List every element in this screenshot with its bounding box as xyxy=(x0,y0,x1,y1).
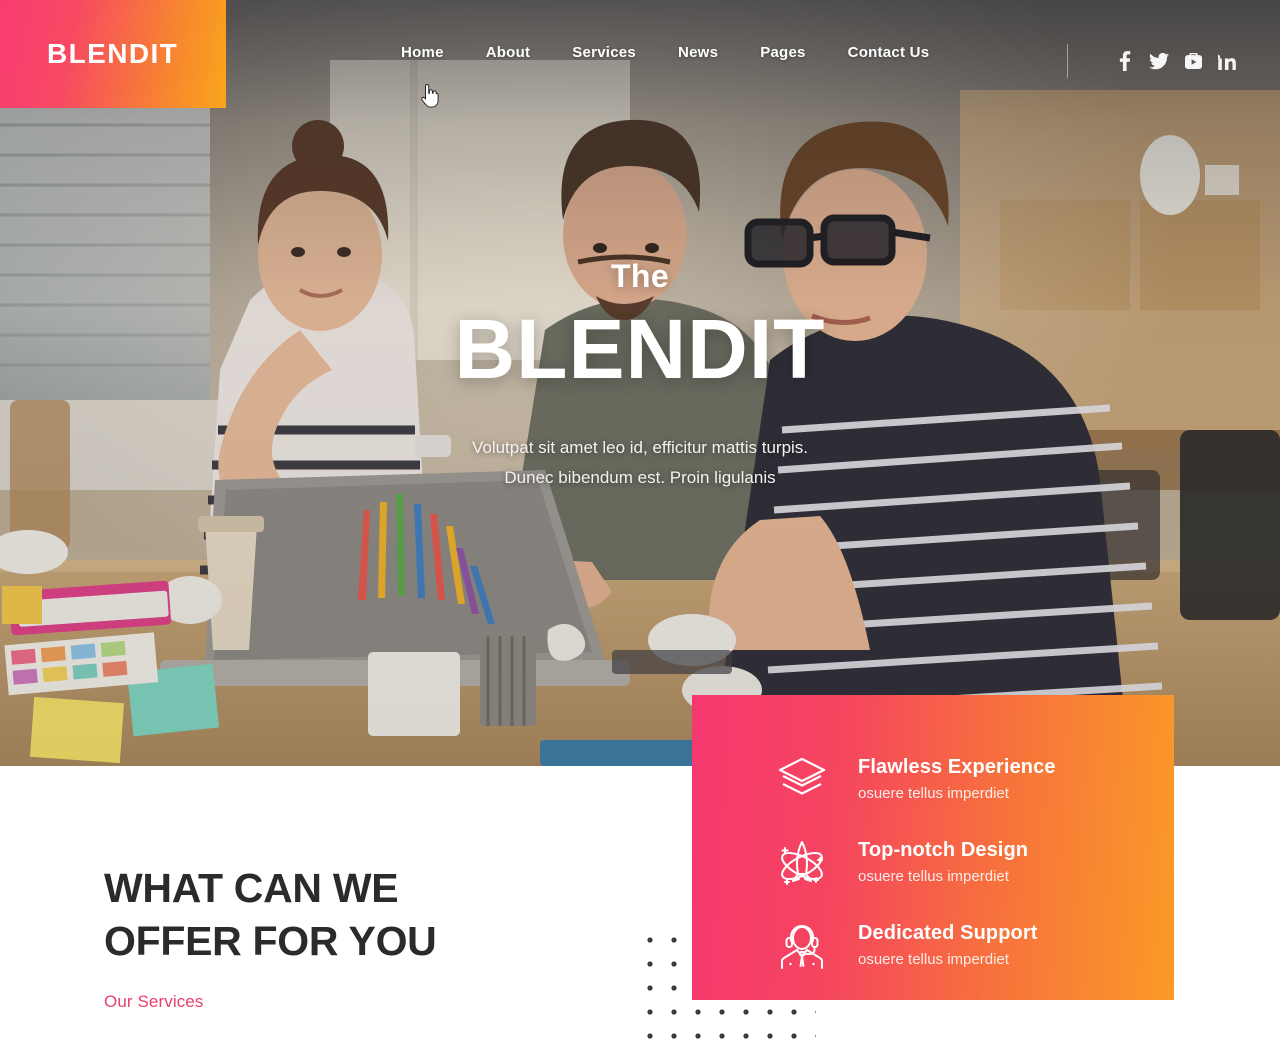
feature-description: osuere tellus imperdiet xyxy=(858,784,1009,802)
features-card: Flawless Experience osuere tellus imperd… xyxy=(692,695,1174,1000)
services-title-line-1: WHAT CAN WE xyxy=(104,865,399,911)
hero-title: BLENDIT xyxy=(454,302,826,396)
headset-support-icon xyxy=(774,917,830,973)
hero-subtitle-line-1: Volutpat sit amet leo id, efficitur matt… xyxy=(471,438,809,457)
services-kicker: Our Services xyxy=(104,992,204,1011)
feature-description: osuere tellus imperdiet xyxy=(858,867,1009,885)
site-header: BLENDIT Home About Services News Pages C… xyxy=(0,0,1280,110)
hero-pre-title: The xyxy=(610,258,670,294)
feature-texts: Top-notch Design osuere tellus imperdiet xyxy=(858,838,1028,886)
nav-item-news[interactable]: News xyxy=(657,44,739,61)
layers-icon xyxy=(774,751,830,807)
feature-item-top-notch-design[interactable]: Top-notch Design osuere tellus imperdiet xyxy=(692,820,1174,903)
youtube-icon[interactable] xyxy=(1176,47,1210,75)
main-navigation: Home About Services News Pages Contact U… xyxy=(380,44,950,61)
feature-title: Dedicated Support xyxy=(858,921,1038,944)
feature-title: Flawless Experience xyxy=(858,755,1056,778)
hero-copy: The BLENDIT Volutpat sit amet leo id, ef… xyxy=(0,258,1280,493)
header-divider xyxy=(1067,44,1068,78)
services-heading-block: WHAT CAN WE OFFER FOR YOU Our Services xyxy=(104,862,437,1012)
feature-description: osuere tellus imperdiet xyxy=(858,950,1009,968)
services-title-line-2: OFFER FOR YOU xyxy=(104,918,437,964)
feature-item-dedicated-support[interactable]: Dedicated Support osuere tellus imperdie… xyxy=(692,903,1174,986)
social-links xyxy=(1067,44,1244,78)
feature-item-flawless-experience[interactable]: Flawless Experience osuere tellus imperd… xyxy=(692,737,1174,820)
nav-item-about[interactable]: About xyxy=(465,44,552,61)
feature-texts: Flawless Experience osuere tellus imperd… xyxy=(858,755,1056,803)
atom-rocket-icon xyxy=(774,834,830,890)
page-root: BLENDIT Home About Services News Pages C… xyxy=(0,0,1280,1053)
linkedin-icon[interactable] xyxy=(1210,47,1244,75)
logo-block[interactable]: BLENDIT xyxy=(0,0,226,108)
nav-item-contact-us[interactable]: Contact Us xyxy=(827,44,951,61)
nav-item-pages[interactable]: Pages xyxy=(739,44,826,61)
nav-item-home[interactable]: Home xyxy=(380,44,465,61)
facebook-icon[interactable] xyxy=(1108,47,1142,75)
pointer-hand-cursor xyxy=(419,84,439,108)
logo-text: BLENDIT xyxy=(47,38,179,69)
hero-subtitle-line-2: Dunec bibendum est. Proin ligulanis xyxy=(504,468,776,487)
nav-item-services[interactable]: Services xyxy=(551,44,657,61)
twitter-icon[interactable] xyxy=(1142,47,1176,75)
feature-texts: Dedicated Support osuere tellus imperdie… xyxy=(858,921,1038,969)
feature-title: Top-notch Design xyxy=(858,838,1029,861)
page-title: WHAT CAN WE OFFER FOR YOU xyxy=(104,862,437,968)
hero-subtitle: Volutpat sit amet leo id, efficitur matt… xyxy=(0,433,1280,493)
